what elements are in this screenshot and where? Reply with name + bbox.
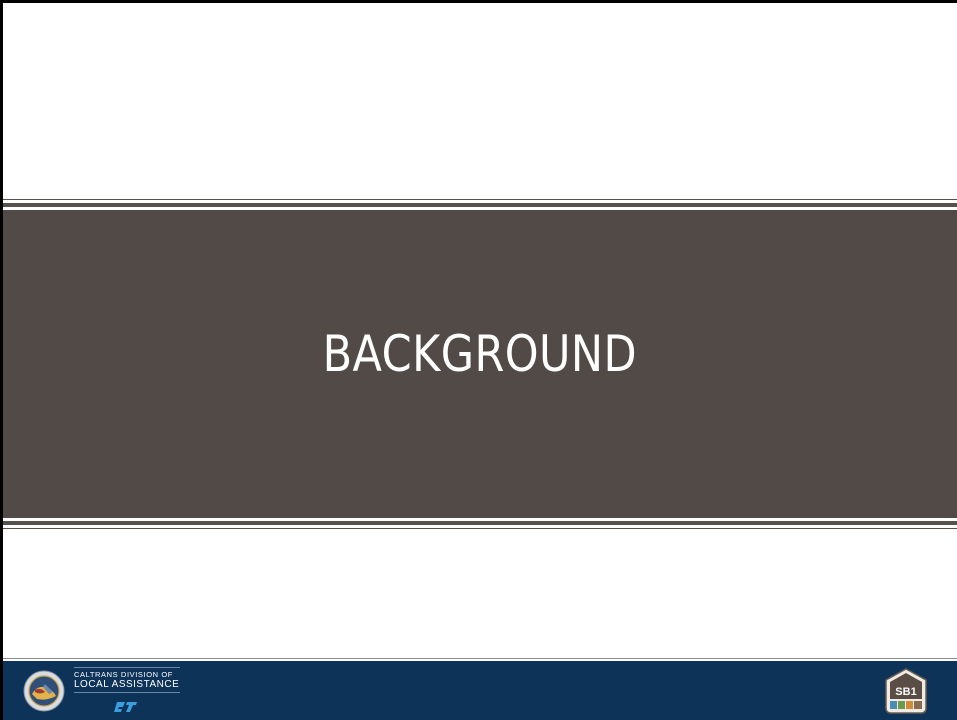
section-band: BACKGROUND [3,210,957,518]
top-rule-thin [3,199,957,200]
division-line-2: LOCAL ASSISTANCE [74,679,180,693]
footer-divider [3,658,957,659]
sb1-badge-text: SB1 [895,686,916,698]
division-wordmark: CALTRANS DIVISION OF LOCAL ASSISTANCE [74,667,180,693]
bottom-rule-thick [3,521,957,525]
top-rule-thick [3,203,957,207]
footer-bar: CALTRANS DIVISION OF LOCAL ASSISTANCE SB… [3,661,957,720]
division-line-1: CALTRANS DIVISION OF [74,667,180,679]
caltrans-logo-icon [114,702,137,712]
sb1-shield-icon: SB1 [885,668,927,714]
state-seal-icon [23,670,65,712]
section-title: BACKGROUND [322,325,638,383]
bottom-rule-thin [3,528,957,529]
